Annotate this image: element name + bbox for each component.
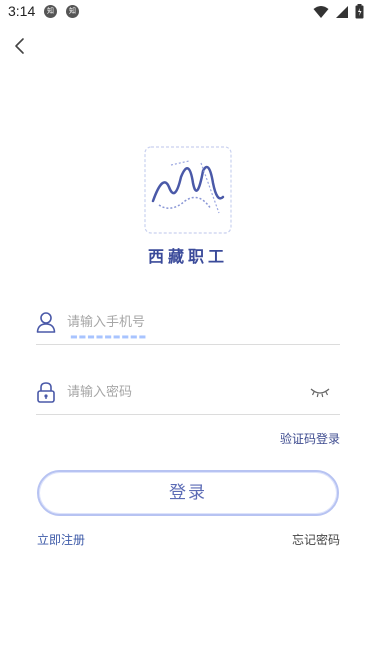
status-indicators bbox=[313, 4, 364, 19]
notification-app-icon: 知 bbox=[44, 5, 57, 18]
password-input[interactable] bbox=[67, 379, 307, 405]
decorative-underline-art: ▬▬▬▬▬▬▬▬▬ bbox=[70, 332, 148, 341]
brand-name: 西藏职工 bbox=[147, 247, 228, 266]
forgot-password-link[interactable]: 忘记密码 bbox=[292, 531, 340, 548]
notification-app-icon: 知 bbox=[66, 5, 79, 18]
back-button[interactable] bbox=[10, 36, 30, 56]
lock-icon bbox=[37, 382, 55, 403]
status-time: 3:14 bbox=[8, 3, 36, 19]
chevron-left-icon bbox=[15, 38, 24, 54]
user-icon bbox=[36, 312, 56, 333]
status-bar: 3:14 知 知 bbox=[0, 0, 376, 24]
phone-field: ▬▬▬▬▬▬▬▬▬ bbox=[36, 305, 340, 345]
login-button-label: 登录 bbox=[169, 483, 207, 503]
signal-icon bbox=[336, 5, 348, 18]
wifi-icon bbox=[313, 5, 329, 18]
register-link[interactable]: 立即注册 bbox=[37, 531, 85, 548]
login-button[interactable]: 登录 bbox=[37, 470, 339, 516]
sms-code-login-link[interactable]: 验证码登录 bbox=[280, 430, 340, 447]
eye-closed-icon[interactable] bbox=[310, 385, 330, 399]
app-logo bbox=[141, 143, 235, 237]
password-field bbox=[36, 375, 340, 415]
battery-icon bbox=[355, 4, 364, 19]
